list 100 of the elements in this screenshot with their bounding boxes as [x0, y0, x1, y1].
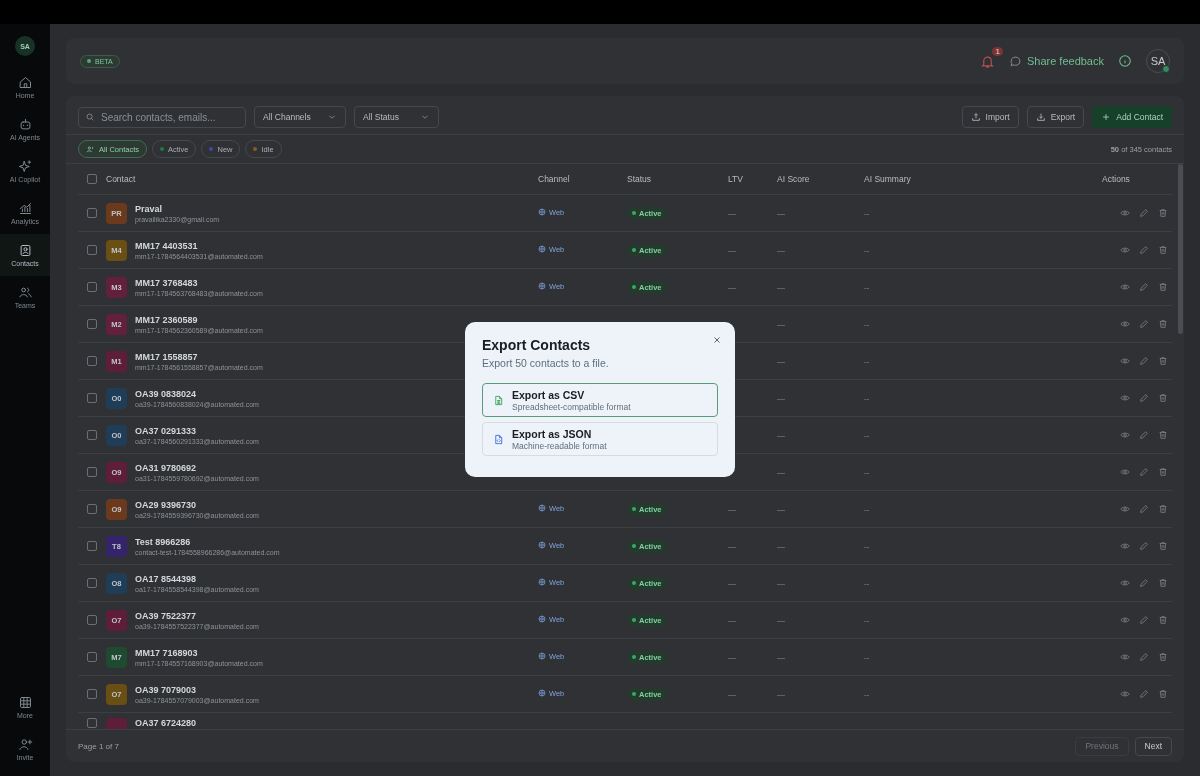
export-option[interactable]: Export as JSON Machine-readable format — [482, 422, 718, 456]
table-cell: — — [728, 245, 736, 255]
trash-icon[interactable] — [1158, 245, 1168, 255]
checkbox[interactable] — [87, 208, 97, 218]
column-header: Contact — [106, 174, 136, 184]
edit-icon[interactable] — [1139, 282, 1149, 292]
edit-icon[interactable] — [1139, 467, 1149, 477]
eye-icon[interactable] — [1120, 430, 1130, 440]
eye-icon[interactable] — [1120, 356, 1130, 366]
trash-icon[interactable] — [1158, 208, 1168, 218]
trash-icon[interactable] — [1158, 615, 1168, 625]
table-cell: -- — [864, 652, 870, 662]
notification-count: 1 — [992, 46, 1003, 56]
trash-icon[interactable] — [1158, 504, 1168, 514]
eye-icon[interactable] — [1120, 578, 1130, 588]
checkbox[interactable] — [87, 578, 97, 588]
table-cell: -- — [864, 282, 870, 292]
edit-icon[interactable] — [1139, 393, 1149, 403]
edit-icon[interactable] — [1139, 689, 1149, 699]
checkbox[interactable] — [87, 245, 97, 255]
eye-icon[interactable] — [1120, 245, 1130, 255]
filter-dropdown[interactable]: All Channels — [254, 106, 346, 128]
eye-icon[interactable] — [1120, 689, 1130, 699]
table-cell: — — [728, 652, 736, 662]
contact-name: OA37 0291333 — [135, 425, 198, 436]
contact-name: Praval — [135, 203, 164, 214]
chat-bubble-icon — [1008, 54, 1022, 68]
table-cell: -- — [864, 356, 870, 366]
contact-name: MM17 3768483 — [135, 277, 199, 288]
dialog-subtitle: Export 50 contacts to a file. — [482, 357, 610, 369]
table-cell: -- — [864, 578, 870, 588]
contact-name: OA29 9396730 — [135, 499, 198, 510]
table-cell: — — [777, 393, 785, 403]
trash-icon[interactable] — [1158, 393, 1168, 403]
trash-icon[interactable] — [1158, 356, 1168, 366]
edit-icon[interactable] — [1139, 615, 1149, 625]
bell-icon[interactable] — [979, 53, 995, 69]
trash-icon[interactable] — [1158, 541, 1168, 551]
globe-icon — [538, 578, 546, 587]
code-file-icon — [493, 433, 504, 445]
checkbox[interactable] — [87, 393, 97, 403]
checkbox[interactable] — [87, 467, 97, 477]
checkbox[interactable] — [87, 652, 97, 662]
checkbox[interactable] — [87, 430, 97, 440]
table-cell: -- — [864, 467, 870, 477]
checkbox[interactable] — [87, 689, 97, 699]
checkbox[interactable] — [87, 615, 97, 625]
import-button[interactable]: Import — [961, 106, 1019, 128]
eye-icon[interactable] — [1120, 541, 1130, 551]
trash-icon[interactable] — [1158, 467, 1168, 477]
export-button[interactable]: Export — [1026, 106, 1085, 128]
table-cell: -- — [864, 245, 870, 255]
table-cell: — — [777, 282, 785, 292]
eye-icon[interactable] — [1120, 282, 1130, 292]
checkbox[interactable] — [87, 541, 97, 551]
edit-icon[interactable] — [1139, 652, 1149, 662]
table-cell: — — [728, 541, 736, 551]
eye-icon[interactable] — [1120, 615, 1130, 625]
column-header: Channel — [538, 174, 570, 184]
checkbox[interactable] — [87, 718, 97, 728]
eye-icon[interactable] — [1120, 467, 1130, 477]
trash-icon[interactable] — [1158, 430, 1168, 440]
eye-icon[interactable] — [1120, 319, 1130, 329]
feedback-button[interactable]: Share feedback — [1008, 54, 1104, 68]
checkbox[interactable] — [87, 282, 97, 292]
globe-icon — [538, 504, 546, 513]
upload-icon — [970, 112, 981, 122]
table-cell: -- — [864, 393, 870, 403]
search-icon — [85, 112, 95, 122]
trash-icon[interactable] — [1158, 652, 1168, 662]
checkbox[interactable] — [87, 174, 97, 184]
eye-icon[interactable] — [1120, 504, 1130, 514]
edit-icon[interactable] — [1139, 578, 1149, 588]
checkbox[interactable] — [87, 319, 97, 329]
trash-icon[interactable] — [1158, 578, 1168, 588]
globe-icon — [538, 282, 546, 291]
eye-icon[interactable] — [1120, 652, 1130, 662]
checkbox[interactable] — [87, 356, 97, 366]
export-option[interactable]: Export as CSV Spreadsheet-compatible format — [482, 383, 718, 417]
close-icon[interactable] — [712, 335, 722, 345]
checkbox[interactable] — [87, 504, 97, 514]
trash-icon[interactable] — [1158, 319, 1168, 329]
contact-name: OA17 8544398 — [135, 573, 198, 584]
eye-icon[interactable] — [1120, 393, 1130, 403]
edit-icon[interactable] — [1139, 356, 1149, 366]
edit-icon[interactable] — [1139, 541, 1149, 551]
filter-dropdown[interactable]: All Status — [354, 106, 439, 128]
pagination-button[interactable]: Next — [1134, 736, 1172, 756]
edit-icon[interactable] — [1139, 319, 1149, 329]
search-field[interactable]: Search contacts, emails... — [78, 106, 246, 128]
trash-icon[interactable] — [1158, 689, 1168, 699]
eye-icon[interactable] — [1120, 208, 1130, 218]
table-cell: — — [777, 541, 785, 551]
edit-icon[interactable] — [1139, 504, 1149, 514]
info-icon[interactable] — [1118, 54, 1132, 68]
trash-icon[interactable] — [1158, 282, 1168, 292]
add-contact-button[interactable]: Add Contact — [1092, 106, 1172, 128]
edit-icon[interactable] — [1139, 245, 1149, 255]
edit-icon[interactable] — [1139, 208, 1149, 218]
edit-icon[interactable] — [1139, 430, 1149, 440]
